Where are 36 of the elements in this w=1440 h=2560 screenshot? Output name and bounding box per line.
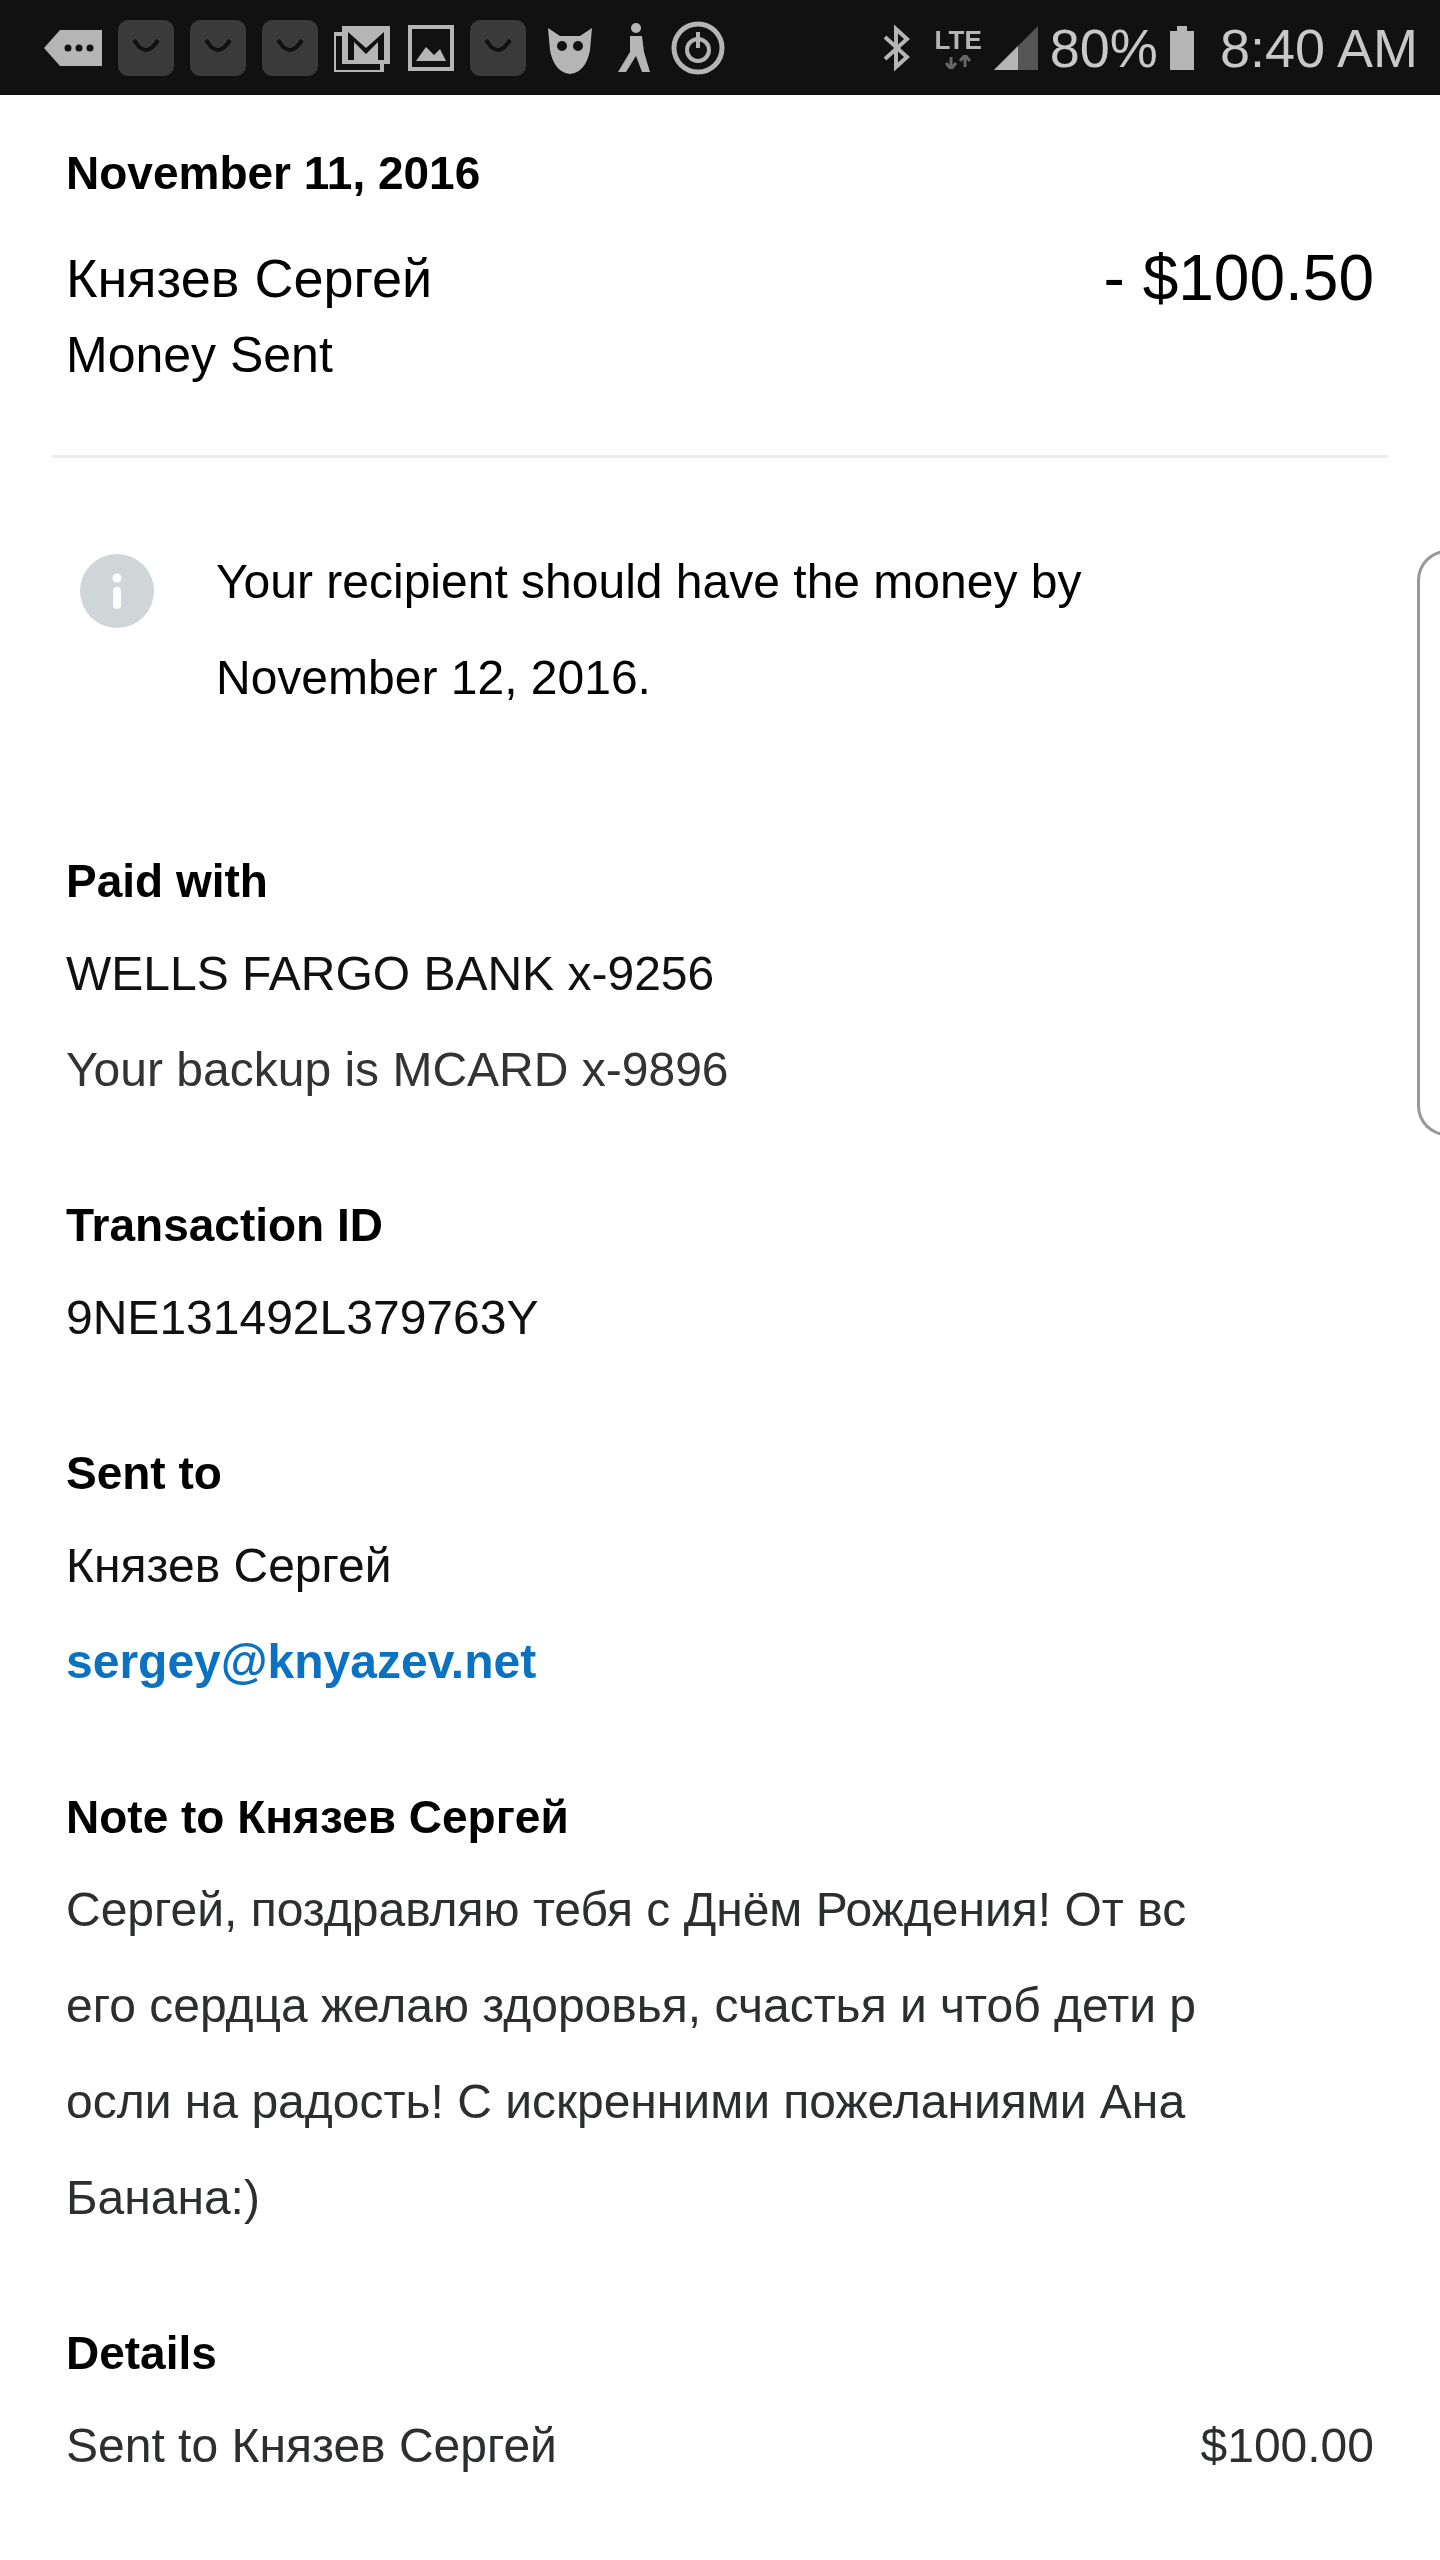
amount: - $100.50 [1103,243,1374,313]
transaction-date: November 11, 2016 [66,146,482,201]
email-link[interactable]: sergey@knyazev.net [66,1614,537,1710]
detail-label: Sent to Князев Сергей [66,2418,557,2474]
shopping-bag-icon [470,19,526,76]
info-icon [80,554,154,628]
notice-text: Your recipient should have the money by November 12, 2016. [216,554,1083,706]
detail-text: Your backup is MCARD x-9896 [66,1042,730,1098]
note-line: Банана:) [66,2170,261,2226]
note-line: его сердца желаю здоровья, счастья и чтоб дети р [66,1978,1197,2034]
note-line: Сергей, поздравляю тебя с Днём Рождения! От вс [66,1882,1188,1938]
note-line: осли на радость! С искренними пожеланиями Ана [66,2074,1187,2130]
section-title: Transaction ID [66,1198,384,1253]
power-icon [670,19,726,76]
section-title: Sent to [66,1446,223,1501]
signal-icon [993,25,1038,70]
detail-text: WELLS FARGO BANK x-9256 [66,946,716,1002]
transaction-type: Money Sent [66,326,334,385]
detail-text: Князев Сергей [66,1538,393,1594]
data-arrows-icon [943,54,974,69]
shopping-bag-icon [262,19,318,76]
shopping-bag-icon [118,19,174,76]
section-title: Details [66,2326,218,2381]
section-title: Paid with [66,854,269,909]
recipient-name: Князев Сергей [66,247,433,310]
network-label: LTE [934,26,982,53]
battery-percent: 80% [1049,17,1158,78]
message-icon [44,27,102,68]
detail-amount: $100.00 [1200,2418,1374,2474]
clock: 8:40 AM [1219,17,1418,78]
shopping-bag-icon [190,19,246,76]
section-title: Note to Князев Сергей [66,1790,570,1845]
image-icon [408,24,454,71]
mail-icon [334,23,392,72]
detail-text: 9NE131492L379763Y [66,1290,540,1346]
battery-icon [1169,25,1194,70]
